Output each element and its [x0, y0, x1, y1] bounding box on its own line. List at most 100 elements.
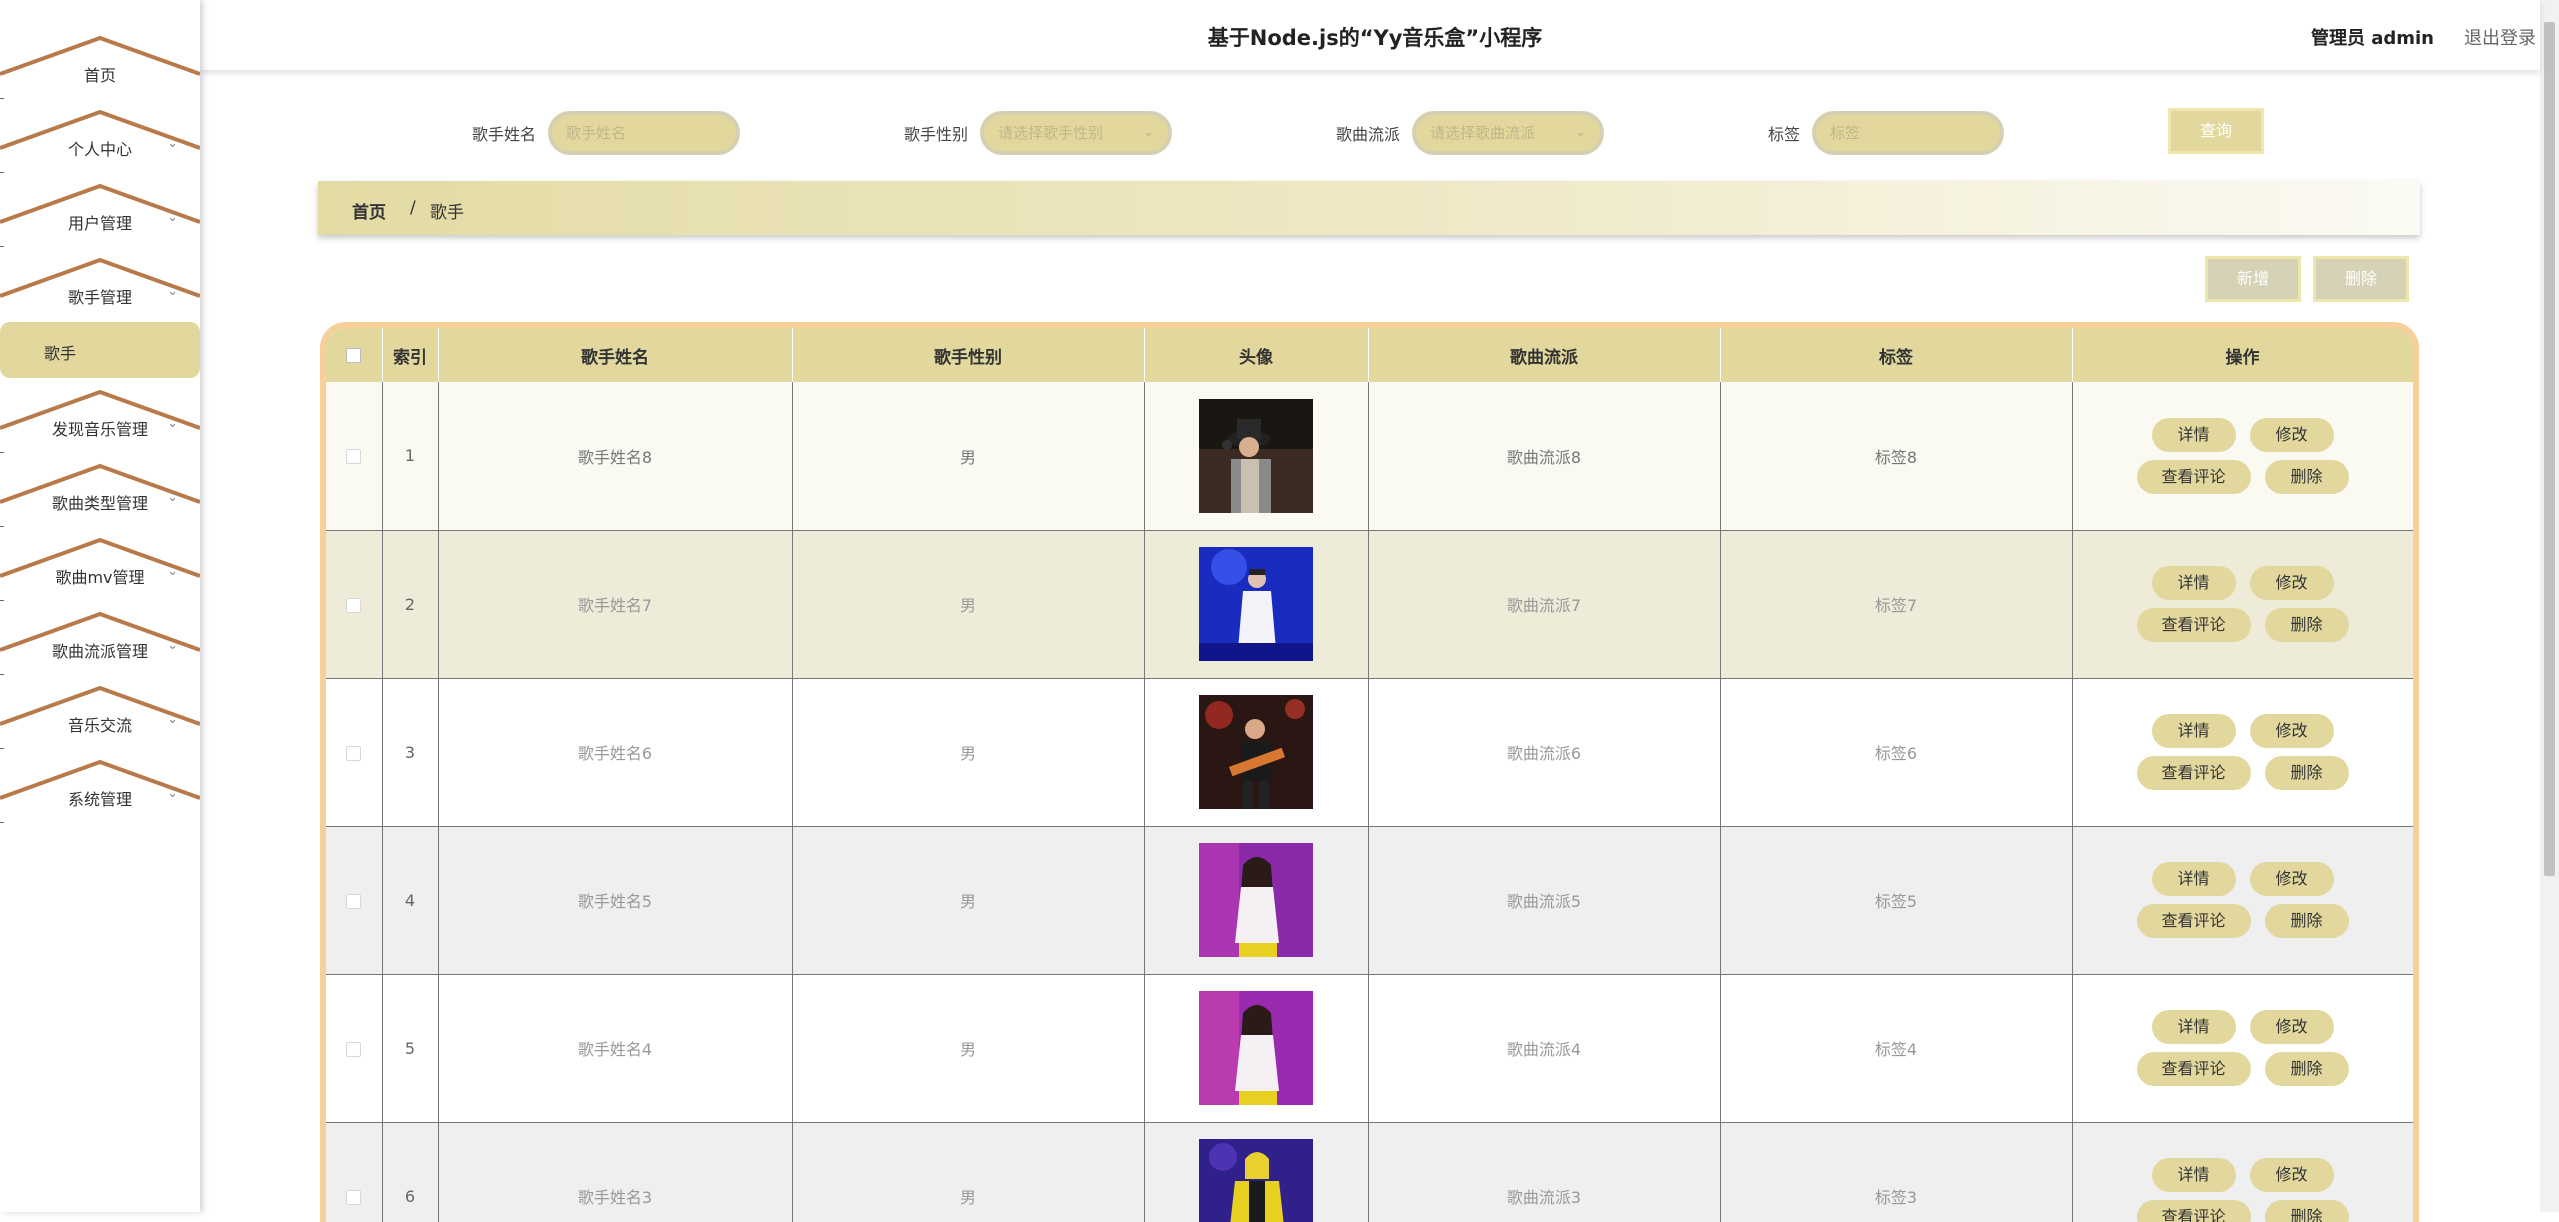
singer-gender: 男 [792, 530, 1145, 679]
row-index: 6 [382, 1122, 439, 1222]
song-genre: 歌曲流派3 [1368, 1122, 1721, 1222]
edit-button[interactable]: 修改 [2249, 714, 2334, 748]
chevron-down-icon: ⌄ [167, 210, 178, 225]
operations-cell: 详情 修改 查看评论 删除 [2072, 974, 2413, 1123]
sidebar-item-singer-management[interactable]: 歌手管理 ⌄ [0, 254, 200, 328]
row-checkbox[interactable] [346, 1189, 362, 1205]
batch-delete-button[interactable]: 删除 [2313, 256, 2409, 302]
view-comments-button[interactable]: 查看评论 [2136, 608, 2251, 642]
row-select-cell [326, 826, 383, 975]
row-checkbox[interactable] [346, 893, 362, 909]
row-select-cell [326, 678, 383, 827]
singer-gender: 男 [792, 826, 1145, 975]
singer-name-input[interactable]: 歌手姓名 [548, 111, 740, 155]
edit-button[interactable]: 修改 [2249, 1010, 2334, 1044]
edit-button[interactable]: 修改 [2249, 1158, 2334, 1192]
detail-button[interactable]: 详情 [2151, 1158, 2236, 1192]
edit-button[interactable]: 修改 [2249, 566, 2334, 600]
sidebar-item-label: 首页 [83, 66, 116, 85]
singer-name-placeholder: 歌手姓名 [566, 124, 627, 142]
select-all-cell [326, 328, 383, 382]
avatar-cell [1144, 678, 1369, 827]
menu-tick [0, 600, 4, 601]
sidebar-item-personal-center[interactable]: 个人中心 ⌄ [0, 106, 200, 180]
detail-button[interactable]: 详情 [2151, 417, 2236, 452]
singer-name: 歌手姓名7 [438, 530, 793, 679]
song-genre-placeholder: 请选择歌曲流派 [1430, 124, 1536, 142]
sidebar-item-song-mv[interactable]: 歌曲mv管理 ⌄ [0, 534, 200, 608]
delete-button[interactable]: 删除 [2264, 459, 2349, 494]
breadcrumb-home[interactable]: 首页 [352, 198, 386, 223]
table-row: 5 歌手姓名4 男 歌曲流派4 标签4 详情 修改 查看评论 删除 [326, 974, 2413, 1123]
singer-gender-label: 歌手性别 [904, 125, 969, 144]
row-checkbox[interactable] [346, 1041, 362, 1057]
view-comments-button[interactable]: 查看评论 [2136, 756, 2251, 790]
sidebar-subitem-singer[interactable]: 歌手 [0, 322, 200, 378]
breadcrumb-separator: / [410, 198, 416, 218]
singer-gender: 男 [792, 1122, 1145, 1222]
logout-link[interactable]: 退出登录 [2464, 24, 2536, 50]
table-row: 4 歌手姓名5 男 歌曲流派5 标签5 详情 修改 查看评论 删除 [326, 826, 2413, 975]
sidebar-item-song-type[interactable]: 歌曲类型管理 ⌄ [0, 460, 200, 534]
singer-gender-select[interactable]: 请选择歌手性别 ⌄ [980, 111, 1172, 155]
delete-button[interactable]: 删除 [2264, 904, 2349, 938]
song-genre: 歌曲流派8 [1368, 382, 1721, 531]
view-comments-button[interactable]: 查看评论 [2136, 459, 2251, 494]
sidebar-item-home[interactable]: 首页 [0, 32, 200, 106]
operations-cell: 详情 修改 查看评论 删除 [2072, 1122, 2413, 1222]
avatar-cell [1144, 826, 1369, 975]
sidebar-item-music-exchange[interactable]: 音乐交流 ⌄ [0, 682, 200, 756]
row-select-cell [326, 1122, 383, 1222]
singer-avatar-image [1199, 843, 1313, 957]
menu-tick [0, 246, 4, 247]
add-button[interactable]: 新增 [2205, 256, 2301, 302]
breadcrumb: 首页 / 歌手 [318, 181, 2420, 235]
song-genre: 歌曲流派7 [1368, 530, 1721, 679]
tag-input[interactable]: 标签 [1812, 111, 2004, 155]
col-avatar: 头像 [1144, 328, 1369, 382]
select-all-checkbox[interactable] [346, 347, 362, 363]
chevron-down-icon: ⌄ [167, 638, 178, 653]
singer-gender: 男 [792, 678, 1145, 827]
query-button[interactable]: 查询 [2168, 108, 2264, 154]
view-comments-button[interactable]: 查看评论 [2136, 1052, 2251, 1086]
sidebar-item-discover-music[interactable]: 发现音乐管理 ⌄ [0, 386, 200, 460]
detail-button[interactable]: 详情 [2151, 566, 2236, 600]
detail-button[interactable]: 详情 [2151, 1010, 2236, 1044]
row-checkbox[interactable] [346, 449, 362, 465]
delete-button[interactable]: 删除 [2264, 1052, 2349, 1086]
delete-button[interactable]: 删除 [2264, 1200, 2349, 1222]
chevron-down-icon: ⌄ [1575, 125, 1586, 140]
operations-cell: 详情 修改 查看评论 删除 [2072, 382, 2413, 531]
view-comments-button[interactable]: 查看评论 [2136, 1200, 2251, 1222]
view-comments-button[interactable]: 查看评论 [2136, 904, 2251, 938]
singer-gender: 男 [792, 974, 1145, 1123]
row-checkbox[interactable] [346, 597, 362, 613]
col-operations: 操作 [2072, 328, 2413, 382]
song-genre-select[interactable]: 请选择歌曲流派 ⌄ [1412, 111, 1604, 155]
sidebar-item-user-management[interactable]: 用户管理 ⌄ [0, 180, 200, 254]
vertical-scrollbar[interactable] [2540, 0, 2559, 1212]
tag: 标签8 [1720, 382, 2073, 531]
detail-button[interactable]: 详情 [2151, 862, 2236, 896]
detail-button[interactable]: 详情 [2151, 714, 2236, 748]
scrollbar-thumb[interactable] [2544, 22, 2555, 876]
menu-tick [0, 526, 4, 527]
song-genre-label: 歌曲流派 [1336, 125, 1401, 144]
table-row: 1 歌手姓名8 男 歌曲流派8 标签8 详情 修改 查看评论 删除 [326, 382, 2413, 531]
edit-button[interactable]: 修改 [2249, 417, 2334, 452]
delete-button[interactable]: 删除 [2264, 756, 2349, 790]
singer-name: 歌手姓名5 [438, 826, 793, 975]
edit-button[interactable]: 修改 [2249, 862, 2334, 896]
chevron-down-icon: ⌄ [167, 786, 178, 801]
sidebar-item-song-genre[interactable]: 歌曲流派管理 ⌄ [0, 608, 200, 682]
sidebar-item-system-management[interactable]: 系统管理 ⌄ [0, 756, 200, 830]
row-checkbox[interactable] [346, 745, 362, 761]
singer-avatar-image [1199, 695, 1313, 809]
table-header-row: 索引 歌手姓名 歌手性别 头像 歌曲流派 标签 操作 [326, 328, 2413, 382]
col-singer-name: 歌手姓名 [438, 328, 793, 382]
menu-tick [0, 98, 4, 99]
row-index: 1 [382, 382, 439, 531]
delete-button[interactable]: 删除 [2264, 608, 2349, 642]
singer-avatar-image [1199, 547, 1313, 661]
